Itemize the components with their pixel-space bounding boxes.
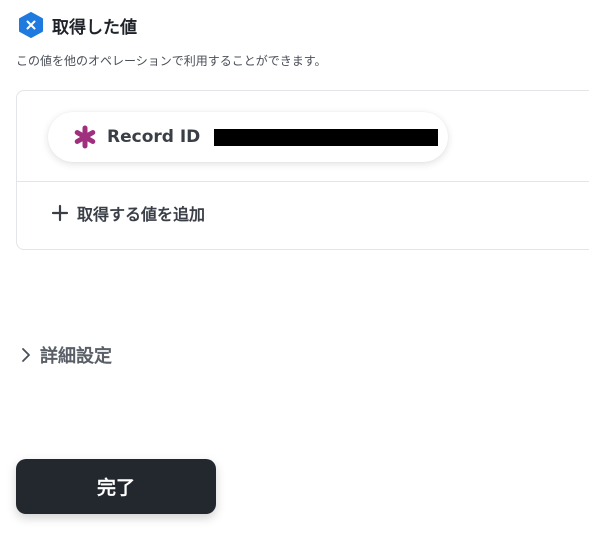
done-button[interactable]: 完了 (16, 459, 216, 514)
page: 取得した値 この値を他のオペレーションで利用することができます。 Record … (0, 0, 589, 542)
divider (17, 181, 589, 182)
section-title: 取得した値 (52, 17, 137, 38)
asterisk-icon (74, 125, 96, 149)
add-value-label: 取得する値を追加 (77, 205, 206, 224)
section-description: この値を他のオペレーションで利用することができます。 (16, 54, 327, 68)
value-label: Record ID (107, 127, 201, 147)
section-header: 取得した値 (18, 12, 137, 38)
chevron-right-icon (22, 348, 30, 362)
add-value-button[interactable]: 取得する値を追加 (51, 201, 205, 225)
advanced-settings-label: 詳細設定 (40, 346, 112, 367)
advanced-settings-toggle[interactable]: 詳細設定 (18, 342, 112, 368)
values-card: Record ID 取得する値を追加 (16, 90, 589, 250)
close-hexagon-icon (19, 12, 43, 38)
plus-icon (51, 204, 69, 222)
redacted-value (214, 128, 439, 146)
value-chip-record-id[interactable]: Record ID (48, 112, 448, 162)
